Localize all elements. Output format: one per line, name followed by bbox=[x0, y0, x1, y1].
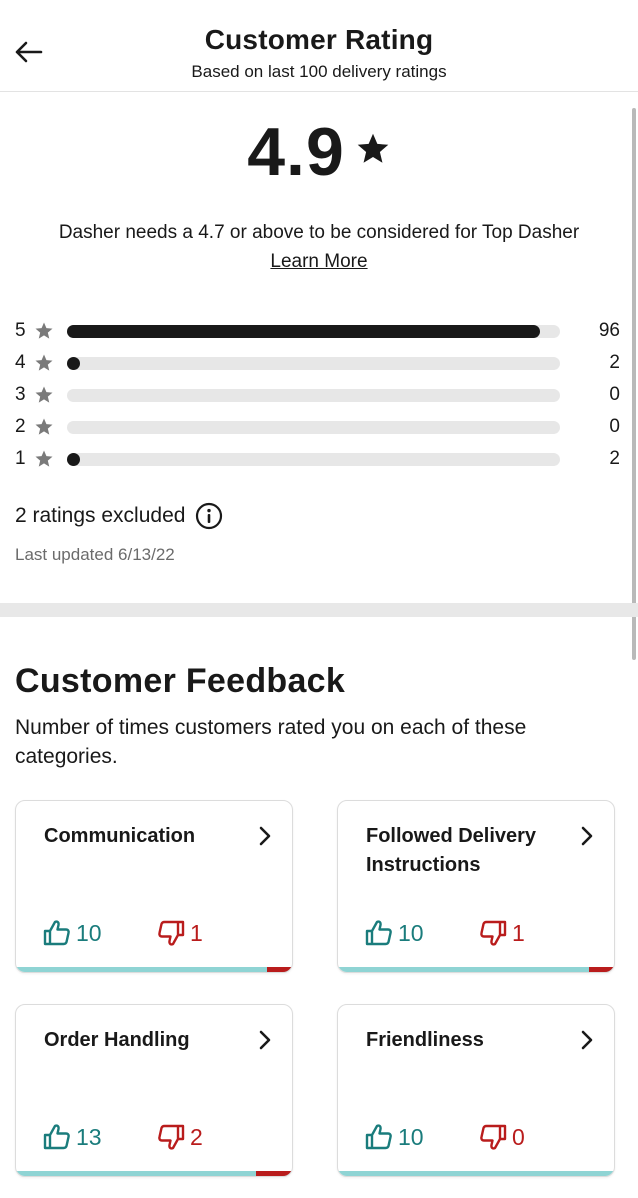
distribution-track bbox=[67, 453, 560, 466]
distribution-fill bbox=[67, 453, 80, 466]
section-divider bbox=[0, 603, 638, 617]
star-level-count: 96 bbox=[598, 320, 620, 341]
page-subtitle: Based on last 100 delivery ratings bbox=[191, 62, 447, 81]
negative-share bbox=[267, 967, 292, 972]
last-updated: Last updated 6/13/22 bbox=[15, 545, 175, 564]
thumbs-up-icon bbox=[43, 920, 70, 946]
thumbs-down-icon bbox=[158, 920, 185, 946]
distribution-track bbox=[67, 421, 560, 434]
distribution-fill bbox=[67, 325, 541, 338]
thumbs-up-value: 13 bbox=[76, 1123, 102, 1150]
distribution-row: 3 0 bbox=[15, 382, 620, 408]
thumbs-down-value: 0 bbox=[512, 1123, 525, 1150]
thumbs-up-value: 10 bbox=[398, 1123, 424, 1150]
info-button[interactable] bbox=[195, 502, 223, 530]
rating-value: 4.9 bbox=[247, 114, 345, 190]
thumbs-up-value: 10 bbox=[76, 919, 102, 946]
thumbs-down-count: 2 bbox=[156, 1123, 203, 1151]
thumbs-up-count: 10 bbox=[42, 919, 102, 947]
distribution-track bbox=[67, 325, 560, 338]
feedback-card-order-handling[interactable]: Order Handling 13 2 bbox=[15, 1004, 293, 1177]
star-icon bbox=[35, 322, 53, 339]
thumbs-down-value: 1 bbox=[190, 919, 203, 946]
star-level-label: 1 bbox=[15, 448, 26, 469]
info-icon bbox=[196, 502, 223, 530]
distribution-row: 1 2 bbox=[15, 446, 620, 472]
distribution-row: 4 2 bbox=[15, 350, 620, 376]
feedback-description: Number of times customers rated you on e… bbox=[15, 716, 527, 768]
distribution-row: 2 0 bbox=[15, 414, 620, 440]
sentiment-bar bbox=[338, 967, 614, 972]
card-title: Friendliness bbox=[366, 1029, 484, 1051]
negative-share bbox=[589, 967, 614, 972]
thumbs-down-value: 1 bbox=[512, 919, 525, 946]
learn-more-link[interactable]: Learn More bbox=[270, 251, 367, 272]
learn-more-wrap: Learn More bbox=[0, 251, 638, 273]
top-dasher-requirement: Dasher needs a 4.7 or above to be consid… bbox=[58, 222, 580, 243]
star-level-label: 2 bbox=[15, 416, 26, 437]
thumbs-up-icon bbox=[43, 1124, 70, 1150]
header: Customer Rating Based on last 100 delive… bbox=[0, 0, 638, 92]
star-icon bbox=[35, 450, 53, 467]
sentiment-bar bbox=[16, 1171, 292, 1176]
thumbs-down-count: 0 bbox=[478, 1123, 525, 1151]
chevron-right-icon bbox=[581, 826, 593, 846]
thumbs-up-value: 10 bbox=[398, 919, 424, 946]
star-level-count: 2 bbox=[609, 352, 620, 373]
page-title: Customer Rating bbox=[204, 24, 434, 55]
chevron-right-icon bbox=[581, 1030, 593, 1050]
excluded-ratings-text: 2 ratings excluded bbox=[15, 504, 186, 527]
chevron-right-icon bbox=[259, 1030, 271, 1050]
thumbs-up-count: 10 bbox=[364, 919, 424, 947]
overall-rating: 4.9 bbox=[0, 112, 638, 192]
distribution-fill bbox=[67, 357, 80, 370]
card-title: Followed Delivery Instructions bbox=[366, 825, 537, 876]
thumbs-up-count: 10 bbox=[364, 1123, 424, 1151]
star-level-label: 4 bbox=[15, 352, 26, 373]
chevron-right-icon bbox=[259, 826, 271, 846]
star-level-count: 2 bbox=[609, 448, 620, 469]
thumbs-up-icon bbox=[365, 1124, 392, 1150]
distribution-track bbox=[67, 357, 560, 370]
sentiment-bar bbox=[338, 1171, 614, 1176]
thumbs-down-icon bbox=[480, 1124, 507, 1150]
thumbs-down-count: 1 bbox=[156, 919, 203, 947]
star-icon bbox=[35, 418, 53, 435]
excluded-ratings: 2 ratings excluded bbox=[15, 502, 223, 530]
distribution-track bbox=[67, 389, 560, 402]
star-level-label: 5 bbox=[15, 320, 26, 341]
thumbs-down-count: 1 bbox=[478, 919, 525, 947]
thumbs-down-icon bbox=[158, 1124, 185, 1150]
feedback-card-communication[interactable]: Communication 10 1 bbox=[15, 800, 293, 973]
negative-share bbox=[256, 1171, 292, 1176]
star-icon bbox=[35, 354, 53, 371]
sentiment-bar bbox=[16, 967, 292, 972]
thumbs-down-value: 2 bbox=[190, 1123, 203, 1150]
star-level-label: 3 bbox=[15, 384, 26, 405]
feedback-title: Customer Feedback bbox=[15, 662, 346, 700]
feedback-card-followed-delivery-instructions[interactable]: Followed Delivery Instructions 10 1 bbox=[337, 800, 615, 973]
star-icon bbox=[357, 133, 389, 163]
star-icon bbox=[35, 386, 53, 403]
star-level-count: 0 bbox=[609, 384, 620, 405]
distribution-row: 5 96 bbox=[15, 318, 620, 344]
thumbs-down-icon bbox=[480, 920, 507, 946]
thumbs-up-icon bbox=[365, 920, 392, 946]
feedback-card-friendliness[interactable]: Friendliness 10 0 bbox=[337, 1004, 615, 1177]
card-title: Communication bbox=[44, 825, 196, 847]
card-title: Order Handling bbox=[44, 1029, 190, 1051]
star-level-count: 0 bbox=[609, 416, 620, 437]
thumbs-up-count: 13 bbox=[42, 1123, 102, 1151]
